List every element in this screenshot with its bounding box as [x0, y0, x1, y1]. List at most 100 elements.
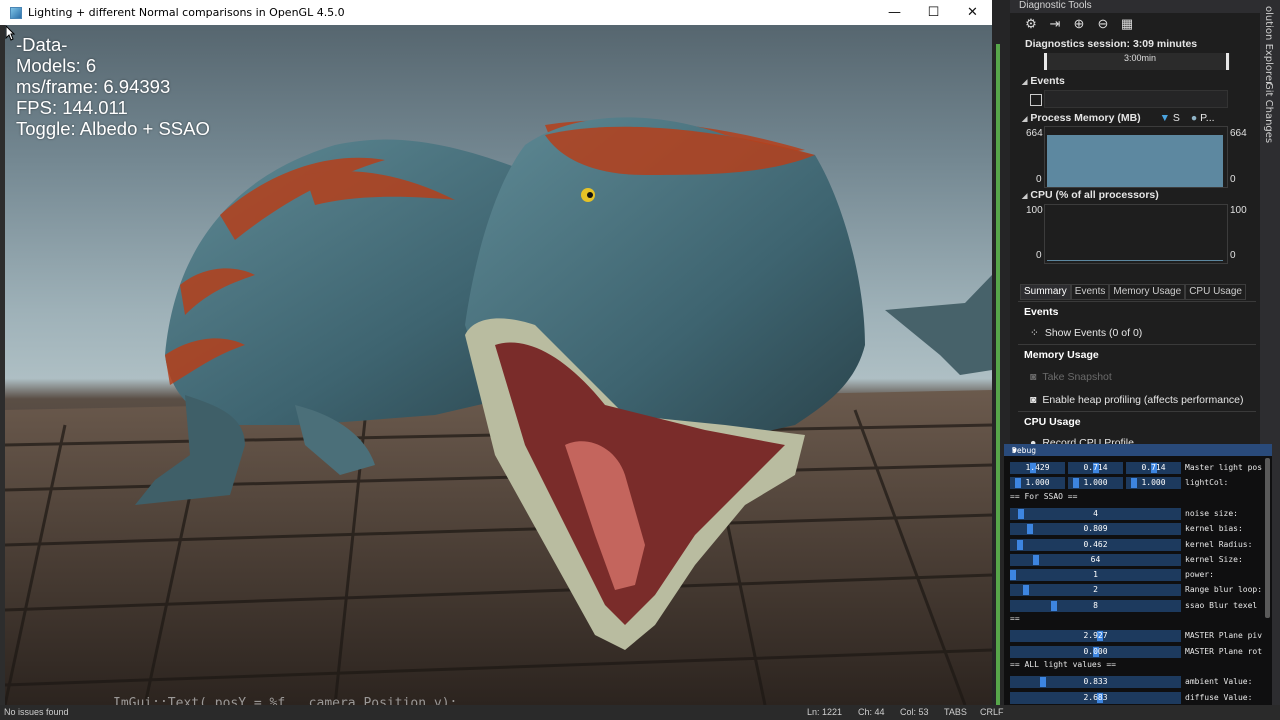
- ssao-label: noise size:: [1185, 508, 1238, 518]
- plane-slider[interactable]: 2.927: [1010, 630, 1181, 643]
- separator-text: ==: [1010, 614, 1020, 623]
- light-pos-slider-0[interactable]: 1.429: [1010, 462, 1065, 474]
- cpu-min-right: 0: [1230, 250, 1236, 261]
- light-pos-slider-2[interactable]: 0.714: [1126, 462, 1181, 474]
- indent-mode[interactable]: TABS: [944, 707, 967, 717]
- events-pause-icon[interactable]: [1030, 94, 1042, 106]
- light-col-slider-0[interactable]: 1.000: [1010, 477, 1065, 490]
- window-titlebar[interactable]: Lighting + different Normal comparisons …: [0, 0, 992, 25]
- ssao-slider[interactable]: 4: [1010, 507, 1181, 520]
- slider-value: 0.714: [1141, 463, 1166, 472]
- tab-events[interactable]: Events: [1070, 284, 1110, 300]
- tab-summary[interactable]: Summary: [1020, 284, 1071, 300]
- ssao-slider[interactable]: 2: [1010, 584, 1181, 597]
- memory-max-right: 664: [1230, 128, 1247, 139]
- app-icon: [10, 6, 22, 19]
- slider-value: 2: [1093, 585, 1098, 595]
- close-button[interactable]: ✕: [953, 0, 992, 25]
- memory-max-left: 664: [1026, 128, 1043, 139]
- ssao-slider[interactable]: 1: [1010, 569, 1181, 582]
- git-changes-tab[interactable]: Git Changes: [1263, 82, 1274, 143]
- show-events-link[interactable]: ⁘ Show Events (0 of 0): [1030, 327, 1142, 339]
- settings-icon[interactable]: ⚙: [1024, 17, 1038, 31]
- light-col-slider-1[interactable]: 1.000: [1068, 477, 1123, 490]
- slider-value: 1.000: [1025, 478, 1050, 488]
- light-pos-slider-1[interactable]: 0.714: [1068, 462, 1123, 474]
- light-pos-row: 1.429 0.714 0.714 Master light pos: [1010, 462, 1266, 474]
- events-section-header[interactable]: ◢ Events: [1022, 75, 1065, 87]
- diagnostic-toolbar: ⚙ ⇥ ⊕ ⊖ ▦: [1024, 17, 1134, 31]
- light-col-row: 1.000 1.000 1.000 lightCol:: [1010, 477, 1266, 490]
- render-viewport[interactable]: -Data- Models: 6 ms/frame: 6.94393 FPS: …: [5, 25, 992, 705]
- memory-section-header[interactable]: ◢ Process Memory (MB) ▼ S ● P...: [1022, 112, 1215, 124]
- zoom-in-icon[interactable]: ⊕: [1072, 17, 1086, 31]
- memory-chart[interactable]: [1044, 126, 1228, 188]
- ssao-row: 64 kernel Size:: [1010, 553, 1266, 566]
- cpu-max-right: 100: [1230, 205, 1247, 216]
- window-title: Lighting + different Normal comparisons …: [28, 6, 345, 19]
- char-number[interactable]: Ch: 44: [858, 707, 885, 717]
- summary-memory-title: Memory Usage: [1024, 349, 1099, 361]
- collapse-icon[interactable]: ◢: [1022, 79, 1027, 86]
- light-slider[interactable]: 2.683: [1010, 691, 1181, 704]
- events-icon: ⁘: [1030, 327, 1039, 339]
- timeline-handle-right[interactable]: [1226, 53, 1229, 70]
- zoom-out-icon[interactable]: ⊖: [1096, 17, 1110, 31]
- line-ending[interactable]: CRLF: [980, 707, 1004, 717]
- heap-profiling-checkbox[interactable]: ◙ Enable heap profiling (affects performa…: [1030, 394, 1244, 406]
- events-track[interactable]: [1044, 90, 1228, 108]
- timeline-tick-label: 3:00min: [1124, 53, 1157, 63]
- ssao-header: == For SSAO ==: [1010, 491, 1078, 501]
- ssao-row: 1 power:: [1010, 569, 1266, 582]
- column-number[interactable]: Col: 53: [900, 707, 929, 717]
- cpu-chart[interactable]: [1044, 204, 1228, 264]
- status-bar: No issues found Ln: 1221 Ch: 44 Col: 53 …: [0, 705, 1280, 720]
- timeline-handle-left[interactable]: [1044, 53, 1047, 70]
- summary-events-title: Events: [1024, 306, 1059, 318]
- slider-value: 1: [1093, 570, 1098, 580]
- light-col-slider-2[interactable]: 1.000: [1126, 477, 1181, 490]
- summary-cpu-title: CPU Usage: [1024, 416, 1081, 428]
- change-indicator-bar: [996, 44, 1000, 706]
- ssao-row: 4 noise size:: [1010, 507, 1266, 520]
- maximize-button[interactable]: ☐: [914, 0, 953, 25]
- light-slider[interactable]: 0.833: [1010, 676, 1181, 689]
- slider-value: 4: [1093, 508, 1098, 518]
- ssao-slider[interactable]: 64: [1010, 553, 1181, 566]
- imgui-debug-window: ▼ Debug 1.429 0.714 0.714 Master light pos 1…: [1004, 444, 1272, 706]
- issues-status[interactable]: No issues found: [4, 707, 69, 717]
- ssao-slider[interactable]: 0.809: [1010, 523, 1181, 536]
- ssao-slider[interactable]: 8: [1010, 599, 1181, 612]
- imgui-titlebar[interactable]: ▼ Debug: [1004, 444, 1272, 456]
- stats-models: Models: 6: [16, 55, 97, 76]
- stats-fps: FPS: 144.011: [16, 97, 128, 118]
- export-icon[interactable]: ⇥: [1048, 17, 1062, 31]
- ssao-label: kernel Size:: [1185, 554, 1243, 564]
- plane-slider[interactable]: 0.000: [1010, 645, 1181, 658]
- timeline-ruler[interactable]: 3:00min: [1044, 53, 1230, 70]
- memory-usage-area: [1047, 134, 1223, 187]
- stats-overlay: -Data- Models: 6 ms/frame: 6.94393 FPS: …: [16, 34, 210, 139]
- tab-memory-usage[interactable]: Memory Usage: [1109, 284, 1186, 300]
- minimize-button[interactable]: —: [875, 0, 914, 25]
- ssao-slider[interactable]: 0.462: [1010, 538, 1181, 551]
- slider-value: 1.429: [1025, 463, 1050, 472]
- imgui-title: Debug: [1012, 446, 1037, 455]
- tab-cpu-usage[interactable]: CPU Usage: [1185, 284, 1246, 300]
- solution-explorer-tab[interactable]: olution Explorer: [1263, 6, 1274, 85]
- opengl-window: Lighting + different Normal comparisons …: [0, 0, 992, 705]
- slider-value: 2.683: [1083, 692, 1108, 702]
- diagnostic-tabs: Summary Events Memory Usage CPU Usage: [1020, 284, 1246, 300]
- plane-row: 0.000 MASTER Plane rot: [1010, 645, 1266, 658]
- light-row: 0.833 ambient Value:: [1010, 676, 1266, 689]
- reset-zoom-icon[interactable]: ▦: [1120, 17, 1134, 31]
- plane-label: MASTER Plane rot: [1185, 646, 1263, 656]
- background-dinosaur: [885, 275, 992, 375]
- mouse-cursor-icon: [5, 25, 15, 41]
- line-number[interactable]: Ln: 1221: [807, 707, 842, 717]
- cpu-section-header[interactable]: ◢ CPU (% of all processors): [1022, 189, 1159, 201]
- light-label: ambient Value:: [1185, 677, 1253, 687]
- cpu-min-left: 0: [1036, 250, 1042, 261]
- take-snapshot-button[interactable]: ◙ Take Snapshot: [1030, 371, 1112, 383]
- slider-value: 1.000: [1141, 478, 1166, 488]
